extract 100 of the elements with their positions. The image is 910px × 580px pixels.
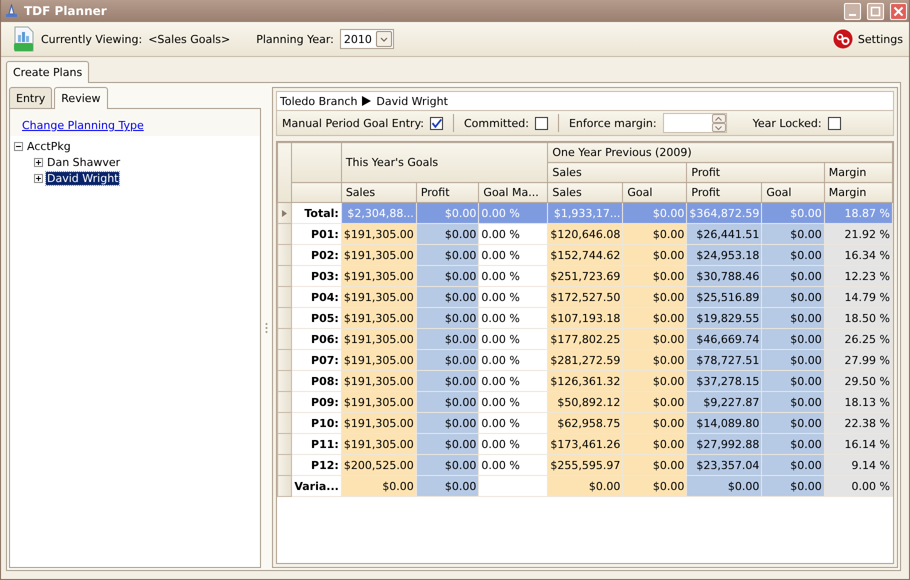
table-cell: $191,305.00 <box>341 370 416 392</box>
table-cell: $0.00 <box>416 286 479 308</box>
table-cell: $26,441.51 <box>686 224 762 244</box>
breadcrumb-item[interactable]: David Wright <box>376 94 448 108</box>
table-cell: 0.00 % <box>478 266 548 286</box>
row-label: P06: <box>291 328 342 350</box>
table-row[interactable]: P10: $191,305.00 $0.00 0.00 % $62,958.75 $0.00 $14,089.80 $0.00 22.38 % <box>278 412 892 434</box>
row-label: P09: <box>291 392 342 412</box>
table-cell: 18.50 % <box>824 308 892 328</box>
table-cell: $0.00 <box>762 328 824 350</box>
tree-item[interactable]: AcctPkg <box>26 140 72 152</box>
splitter-grip-icon[interactable] <box>265 322 268 334</box>
year-dropdown[interactable]: 2010 <box>340 29 394 49</box>
tab[interactable]: Entry <box>9 87 52 108</box>
table-cell: $50,892.12 <box>548 392 623 412</box>
margin-label: Enforce margin: <box>568 116 657 130</box>
table-cell: $191,305.00 <box>341 328 416 350</box>
table-cell: 0.00 % <box>478 244 548 266</box>
table-cell: $191,305.00 <box>341 434 416 454</box>
table-cell: $0.00 <box>416 370 479 392</box>
tree-item[interactable]: David Wright <box>46 172 120 184</box>
table-row[interactable]: P07: $191,305.00 $0.00 0.00 % $281,272.59 $0.00 $78,727.51 $0.00 27.99 % <box>278 350 892 370</box>
breadcrumb-item[interactable]: Toledo Branch <box>280 94 358 108</box>
table-cell: $0.00 <box>416 308 479 328</box>
checkbox[interactable] <box>534 116 548 130</box>
table-cell: 14.79 % <box>824 286 892 308</box>
table-row[interactable]: P02: $191,305.00 $0.00 0.00 % $152,744.62 $0.00 $24,953.18 $0.00 16.34 % <box>278 244 892 266</box>
column-header[interactable]: Goal Ma... <box>478 182 548 202</box>
table-cell: $25,516.89 <box>686 286 762 308</box>
maximize-button[interactable] <box>867 2 884 20</box>
table-cell: $0.00 <box>762 412 824 434</box>
table-cell: $0.00 <box>416 266 479 286</box>
table-cell: $0.00 <box>416 202 479 224</box>
table-cell: $191,305.00 <box>341 412 416 434</box>
table-cell: $0.00 <box>622 224 687 244</box>
table-cell: $0.00 <box>548 476 623 496</box>
table-cell: $0.00 <box>762 434 824 454</box>
table-cell: 0.00 % <box>478 308 548 328</box>
table-cell: $0.00 <box>416 454 479 476</box>
table-cell: $0.00 <box>416 224 479 244</box>
expand-icon[interactable] <box>34 174 43 182</box>
table-cell: 18.13 % <box>824 392 892 412</box>
row-label: Varia... <box>291 476 342 496</box>
table-cell: $0.00 <box>762 454 824 476</box>
expand-icon[interactable] <box>34 158 43 166</box>
minimize-button[interactable] <box>844 2 861 20</box>
table-cell: 0.00 % <box>478 328 548 350</box>
table-cell: $0.00 <box>416 412 479 434</box>
row-label: P12: <box>291 454 342 476</box>
table-cell: $0.00 <box>762 244 824 266</box>
column-header[interactable]: Goal <box>762 182 824 202</box>
table-row[interactable]: P12: $200,525.00 $0.00 0.00 % $255,595.97 $0.00 $23,357.04 $0.00 9.14 % <box>278 454 892 476</box>
table-row[interactable]: Varia... $0.00 $0.00 $0.00 $0.00 $0.00 $0.00 0.00 % <box>278 476 892 496</box>
collapse-icon[interactable] <box>14 142 23 150</box>
table-row[interactable]: P09: $191,305.00 $0.00 0.00 % $50,892.12 $0.00 $9,227.87 $0.00 18.13 % <box>278 392 892 412</box>
table-cell: $0.00 <box>341 476 416 496</box>
tab[interactable]: Create Plans <box>6 61 90 83</box>
table-cell: $0.00 <box>622 412 687 434</box>
table-row[interactable]: P08: $191,305.00 $0.00 0.00 % $126,361.32 $0.00 $37,278.15 $0.00 29.50 % <box>278 370 892 392</box>
row-label: P05: <box>291 308 342 328</box>
table-cell: $191,305.00 <box>341 286 416 308</box>
minimize-icon <box>849 14 856 16</box>
margin-spin-field[interactable] <box>662 113 727 133</box>
table-cell: $0.00 <box>622 476 687 496</box>
close-button[interactable] <box>890 2 907 20</box>
tree-item[interactable]: Dan Shawver <box>46 156 122 168</box>
table-row[interactable]: P11: $191,305.00 $0.00 0.00 % $173,461.26 $0.00 $27,992.88 $0.00 16.14 % <box>278 434 892 454</box>
table-row[interactable]: Total: $2,304,88... $0.00 0.00 % $1,933,17... $0.00 $364,872.59 $0.00 18.87 % <box>278 202 892 224</box>
table-cell: 12.23 % <box>824 266 892 286</box>
table-cell: 22.38 % <box>824 412 892 434</box>
table-row[interactable]: P04: $191,305.00 $0.00 0.00 % $172,527.50 $0.00 $25,516.89 $0.00 14.79 % <box>278 286 892 308</box>
manual-entry-label: Manual Period Goal Entry: <box>282 116 424 130</box>
table-row[interactable]: P01: $191,305.00 $0.00 0.00 % $120,646.08 $0.00 $26,441.51 $0.00 21.92 % <box>278 224 892 244</box>
column-header[interactable]: Profit <box>686 182 762 202</box>
row-label: P02: <box>291 244 342 266</box>
table-cell: 18.87 % <box>824 202 892 224</box>
row-label: P01: <box>291 224 342 244</box>
column-header[interactable]: Profit <box>416 182 479 202</box>
column-header[interactable]: Goal <box>622 182 687 202</box>
checkbox[interactable] <box>828 116 841 130</box>
column-header[interactable]: Sales <box>548 182 623 202</box>
table-cell: $0.00 <box>622 350 687 370</box>
settings-button[interactable]: Settings <box>832 29 903 49</box>
checkbox[interactable] <box>430 116 443 130</box>
table-cell: 0.00 % <box>478 454 548 476</box>
table-row[interactable]: P05: $191,305.00 $0.00 0.00 % $107,193.18 $0.00 $19,829.55 $0.00 18.50 % <box>278 308 892 328</box>
table-cell: $9,227.87 <box>686 392 762 412</box>
table-cell: $0.00 <box>622 370 687 392</box>
table-cell: $0.00 <box>622 244 687 266</box>
table-cell: 29.50 % <box>824 370 892 392</box>
table-cell: $191,305.00 <box>341 308 416 328</box>
column-group-header: This Year's Goals <box>341 142 548 182</box>
table-cell: $30,788.46 <box>686 266 762 286</box>
table-cell: $191,305.00 <box>341 392 416 412</box>
column-header[interactable]: Sales <box>341 182 416 202</box>
table-row[interactable]: P06: $191,305.00 $0.00 0.00 % $177,802.25 $0.00 $46,669.74 $0.00 26.25 % <box>278 328 892 350</box>
table-row[interactable]: P03: $191,305.00 $0.00 0.00 % $251,723.69 $0.00 $30,788.46 $0.00 12.23 % <box>278 266 892 286</box>
tab[interactable]: Review <box>54 87 108 109</box>
table-cell: $255,595.97 <box>548 454 623 476</box>
column-header[interactable]: Margin <box>824 182 892 202</box>
